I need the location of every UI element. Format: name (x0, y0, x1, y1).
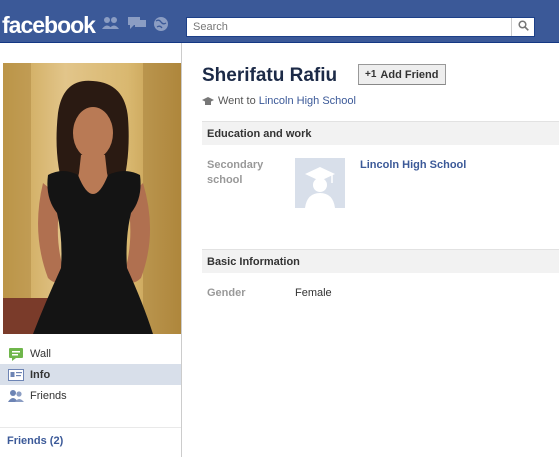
profile-name: Sherifatu Rafiu (202, 65, 338, 86)
went-to-prefix: Went to (218, 95, 256, 107)
notifications-icon[interactable] (152, 16, 170, 31)
add-friend-label: Add Friend (380, 68, 439, 81)
search-button[interactable] (511, 18, 534, 36)
school-thumbnail[interactable] (295, 158, 345, 208)
gender-label: Gender (207, 287, 246, 299)
sidebar-item-label: Wall (30, 347, 51, 360)
sidebar-item-label: Info (30, 368, 51, 381)
wall-icon (8, 347, 24, 361)
search-box (186, 17, 535, 37)
messages-icon[interactable] (127, 16, 146, 30)
secondary-school-label: Secondary school (207, 159, 264, 186)
sidebar-item-label: Friends (30, 389, 67, 402)
facebook-logo[interactable]: facebook (2, 12, 96, 39)
add-friend-icon: +1 (365, 69, 377, 80)
friend-requests-icon[interactable] (101, 16, 119, 30)
went-to-school-link[interactable]: Lincoln High School (259, 95, 356, 107)
sidebar-item-info[interactable]: Info (0, 364, 181, 385)
sidebar-item-friends[interactable]: Friends (0, 385, 181, 406)
school-name-link[interactable]: Lincoln High School (360, 159, 466, 171)
school-icon (202, 96, 214, 106)
graduation-cap-icon (295, 158, 345, 211)
search-input[interactable] (187, 18, 517, 36)
went-to-line: Went to Lincoln High School (202, 95, 356, 107)
divider (0, 427, 181, 428)
top-bar: facebook (0, 0, 559, 43)
gender-value: Female (295, 287, 332, 299)
section-heading-basic-info: Basic Information (202, 249, 559, 273)
search-icon (517, 20, 529, 34)
sidebar-item-wall[interactable]: Wall (0, 343, 181, 364)
profile-picture[interactable] (3, 63, 181, 334)
section-heading-education: Education and work (202, 121, 559, 145)
left-column: Wall Info Friends Friends (2) (0, 43, 182, 457)
add-friend-button[interactable]: +1 Add Friend (358, 64, 447, 85)
info-icon (8, 368, 24, 382)
profile-nav: Wall Info Friends (0, 343, 181, 406)
friends-count-link[interactable]: Friends (2) (7, 435, 63, 447)
friends-icon (8, 389, 24, 403)
